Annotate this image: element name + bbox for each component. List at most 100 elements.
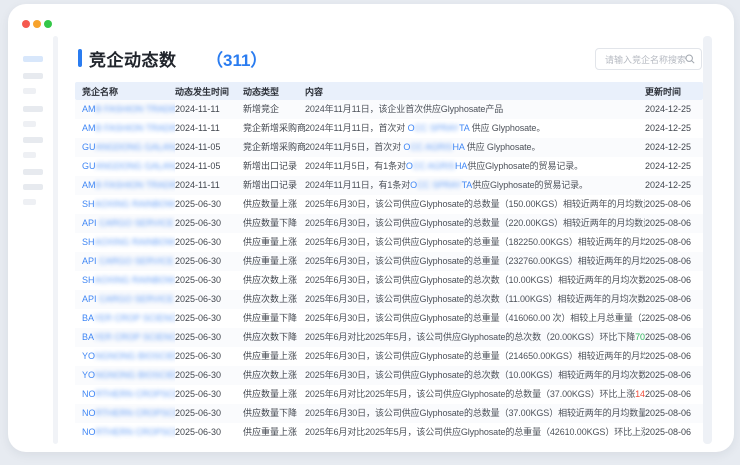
sidebar-item[interactable] [23, 169, 43, 175]
dynamic-date: 2025-06-30 [175, 347, 243, 366]
sidebar-item[interactable] [23, 199, 36, 205]
table-row[interactable]: SHAOXING RAINBOW AGR...2025-06-30供应数量上涨2… [75, 195, 703, 214]
search-icon[interactable] [685, 54, 695, 64]
sidebar-skeleton [23, 56, 53, 205]
company-name-link[interactable]: NORTHERN CROPSCIENCE... [82, 423, 175, 442]
update-time: 2025-08-06 [645, 366, 696, 385]
dynamic-content: 2025年6月30日，该公司供应Glyphosate的总重量（182250.00… [305, 233, 645, 252]
table-row[interactable]: API CARGO SERVICE CO...2025-06-30供应重量上涨2… [75, 252, 703, 271]
dynamic-content: 2025年6月30日，该公司供应Glyphosate的总次数（11.00KGS）… [305, 290, 645, 309]
table-row[interactable]: BAYER CROP SCIENCE LP2025-06-30供应重量下降202… [75, 309, 703, 328]
dynamic-date: 2025-06-30 [175, 404, 243, 423]
table-body: AMB FASHION TRADING G...2024-11-11新增竞企20… [75, 100, 703, 442]
update-time: 2024-12-25 [645, 157, 696, 176]
company-name-link[interactable]: NORTHERN CROPSCIENCE... [82, 404, 175, 423]
company-name-link[interactable]: SHAOXING RAINBOW AGR... [82, 271, 175, 290]
search-box[interactable] [595, 48, 702, 70]
page-title: 竞企动态数 [89, 46, 177, 71]
table-row[interactable]: NORTHERN CROPSCIENCE...2025-06-30供应数量上涨2… [75, 385, 703, 404]
dynamic-content: 2025年6月30日，该公司供应Glyphosate的总数量（150.00KGS… [305, 195, 645, 214]
sidebar-item-selected[interactable] [23, 56, 43, 62]
company-name-link[interactable]: API CARGO SERVICE CO... [82, 290, 175, 309]
update-time: 2024-12-25 [645, 176, 696, 195]
search-input[interactable] [603, 50, 689, 70]
company-name-link[interactable]: SHAOXING RAINBOW AGR... [82, 195, 175, 214]
sidebar-item[interactable] [23, 137, 43, 143]
sidebar-item[interactable] [23, 73, 43, 79]
dynamic-type: 新增出口记录 [243, 157, 305, 176]
main-content: 竞企动态数 （311） 竞企名称动态发生时间动态类型内容更新时间 AMB FAS… [58, 36, 703, 450]
dynamic-type: 供应次数下降 [243, 328, 305, 347]
dynamic-content: 2025年6月对比2025年5月，该公司供应Glyphosate的总数量（37.… [305, 385, 645, 404]
window-close-button[interactable] [22, 20, 30, 28]
table-row[interactable]: API CARGO SERVICE CO...2025-06-30供应次数上涨2… [75, 290, 703, 309]
table-row[interactable]: GUANGDONG GALANZ VAC...2024-11-05竞企新增采购商… [75, 138, 703, 157]
update-time: 2024-12-25 [645, 119, 696, 138]
dynamic-date: 2024-11-05 [175, 138, 243, 157]
dynamic-type: 供应重量上涨 [243, 423, 305, 442]
table-header-row: 竞企名称动态发生时间动态类型内容更新时间 [75, 82, 703, 100]
dynamic-type: 新增出口记录 [243, 176, 305, 195]
scrollbar-gutter[interactable] [703, 36, 712, 444]
dynamic-content: 2025年6月30日，该公司供应Glyphosate的总次数（10.00KGS）… [305, 366, 645, 385]
table-row[interactable]: API CARGO SERVICE CO...2025-06-30供应数量下降2… [75, 214, 703, 233]
table-row[interactable]: YONGNONG BIOSCIENES...2025-06-30供应次数上涨20… [75, 366, 703, 385]
company-name-link[interactable]: GUANGDONG GALANZ VAC... [82, 157, 175, 176]
dynamic-content: 2024年11月11日，该企业首次供应Glyphosate产品 [305, 100, 645, 119]
dynamic-type: 供应重量上涨 [243, 233, 305, 252]
table-row[interactable]: AMB FASHION TRADING G...2024-11-11竞企新增采购… [75, 119, 703, 138]
company-name-link[interactable]: API CARGO SERVICE CO... [82, 214, 175, 233]
window-zoom-button[interactable] [44, 20, 52, 28]
table-row[interactable]: NORTHERN CROPSCIENCE...2025-06-30供应数量下降2… [75, 404, 703, 423]
column-header: 竞企名称 [82, 85, 175, 98]
table-row[interactable]: SHAOXING RAINBOW AGR...2025-06-30供应次数上涨 2… [75, 271, 703, 290]
dynamic-type: 供应次数上涨 [243, 271, 305, 290]
company-name-link[interactable]: YONGNONG BIOSCIENES... [82, 347, 175, 366]
company-name-link[interactable]: GUANGDONG GALANZ VAC... [82, 138, 175, 157]
company-name-link[interactable]: YONGNONG BIOSCIENES... [82, 366, 175, 385]
dynamic-type: 供应重量上涨 [243, 252, 305, 271]
update-time: 2025-08-06 [645, 328, 696, 347]
table-row[interactable]: SHAOXING RAINBOW AGR...2025-06-30供应重量上涨2… [75, 233, 703, 252]
dynamic-content: 2024年11月11日，有1条对OCC SPRAYTA供应Glyphosate的… [305, 176, 645, 195]
title-accent-bar [78, 49, 82, 67]
dynamic-type: 新增竞企 [243, 100, 305, 119]
dynamic-date: 2025-06-30 [175, 271, 243, 290]
sidebar-item[interactable] [23, 152, 36, 158]
sidebar-item[interactable] [23, 106, 43, 112]
update-time: 2025-08-06 [645, 233, 696, 252]
update-time: 2024-12-25 [645, 138, 696, 157]
dynamic-content: 2024年11月5日，首次对 OCC AGRISHA 供应 Glyphosate… [305, 138, 645, 157]
sidebar-item[interactable] [23, 121, 36, 127]
company-name-link[interactable]: BAYER CROP SCIENCE LP [82, 309, 175, 328]
company-name-link[interactable]: NORTHERN CROPSCIENCE... [82, 385, 175, 404]
table-row[interactable]: BAYER CROP SCIENCE LP2025-06-30供应次数下降 202… [75, 328, 703, 347]
company-name-link[interactable]: AMB FASHION TRADING G... [82, 100, 175, 119]
dynamic-date: 2025-06-30 [175, 328, 243, 347]
dynamic-type: 供应次数上涨 [243, 290, 305, 309]
table-row[interactable]: AMB FASHION TRADING G...2024-11-11新增出口记录… [75, 176, 703, 195]
table-row[interactable]: AMB FASHION TRADING G...2024-11-11新增竞企20… [75, 100, 703, 119]
company-name-link[interactable]: AMB FASHION TRADING G... [82, 176, 175, 195]
dynamic-content: 2024年11月5日，有1条对OCC AGRISHA供应Glyphosate的贸… [305, 157, 645, 176]
sidebar-item[interactable] [23, 88, 36, 94]
sidebar-item[interactable] [23, 184, 43, 190]
company-name-link[interactable]: BAYER CROP SCIENCE LP [82, 328, 175, 347]
window-minimize-button[interactable] [33, 20, 41, 28]
table-row[interactable]: NORTHERN CROPSCIENCE...2025-06-30供应重量上涨2… [75, 423, 703, 442]
dynamic-date: 2025-06-30 [175, 290, 243, 309]
dynamic-date: 2025-06-30 [175, 385, 243, 404]
company-name-link[interactable]: SHAOXING RAINBOW AGR... [82, 233, 175, 252]
dynamic-type: 竞企新增采购商 [243, 119, 305, 138]
update-time: 2024-12-25 [645, 100, 696, 119]
company-name-link[interactable]: AMB FASHION TRADING G... [82, 119, 175, 138]
company-name-link[interactable]: API CARGO SERVICE CO... [82, 252, 175, 271]
column-header: 更新时间 [645, 85, 696, 98]
update-time: 2025-08-06 [645, 271, 696, 290]
dynamic-type: 供应重量上涨 [243, 347, 305, 366]
table-row[interactable]: YONGNONG BIOSCIENES...2025-06-30供应重量上涨20… [75, 347, 703, 366]
update-time: 2025-08-06 [645, 309, 696, 328]
table-row[interactable]: GUANGDONG GALANZ VAC...2024-11-05新增出口记录2… [75, 157, 703, 176]
update-time: 2025-08-06 [645, 214, 696, 233]
dynamic-date: 2024-11-11 [175, 119, 243, 138]
